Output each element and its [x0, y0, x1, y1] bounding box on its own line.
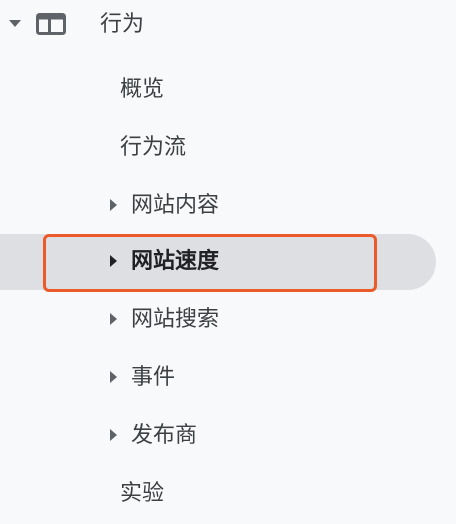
- sidebar-item-events[interactable]: 事件: [0, 352, 456, 404]
- sidebar-item-site-search[interactable]: 网站搜索: [0, 294, 456, 346]
- sidebar-item-label: 概览: [120, 77, 165, 102]
- caret-right-icon: [110, 429, 117, 441]
- caret-right-icon: [110, 199, 117, 211]
- sidebar-item-overview[interactable]: 概览: [0, 64, 456, 116]
- sidebar-nav: 行为 概览 行为流 网站内容 网站速度 网站搜索 事件 发布商 实验: [0, 0, 456, 524]
- sidebar-item-label: 网站内容: [131, 193, 220, 218]
- sidebar-item-experiments[interactable]: 实验: [0, 468, 456, 520]
- sidebar-item-label: 实验: [120, 481, 165, 506]
- sidebar-item-site-content[interactable]: 网站内容: [0, 180, 456, 232]
- sidebar-item-label: 发布商: [131, 423, 198, 448]
- caret-down-icon[interactable]: [9, 20, 21, 27]
- sidebar-item-behavior-flow[interactable]: 行为流: [0, 122, 456, 174]
- sidebar-item-label: 行为流: [120, 135, 187, 160]
- sidebar-item-label: 事件: [131, 365, 176, 390]
- caret-right-icon: [110, 371, 117, 383]
- section-label: 行为: [100, 12, 145, 37]
- caret-right-icon: [110, 313, 117, 325]
- highlight-annotation-box: [43, 234, 377, 292]
- panel-layout-icon: [36, 13, 66, 35]
- sidebar-item-publisher[interactable]: 发布商: [0, 410, 456, 462]
- section-header-behavior[interactable]: 行为: [0, 0, 456, 52]
- sidebar-item-label: 网站搜索: [131, 307, 220, 332]
